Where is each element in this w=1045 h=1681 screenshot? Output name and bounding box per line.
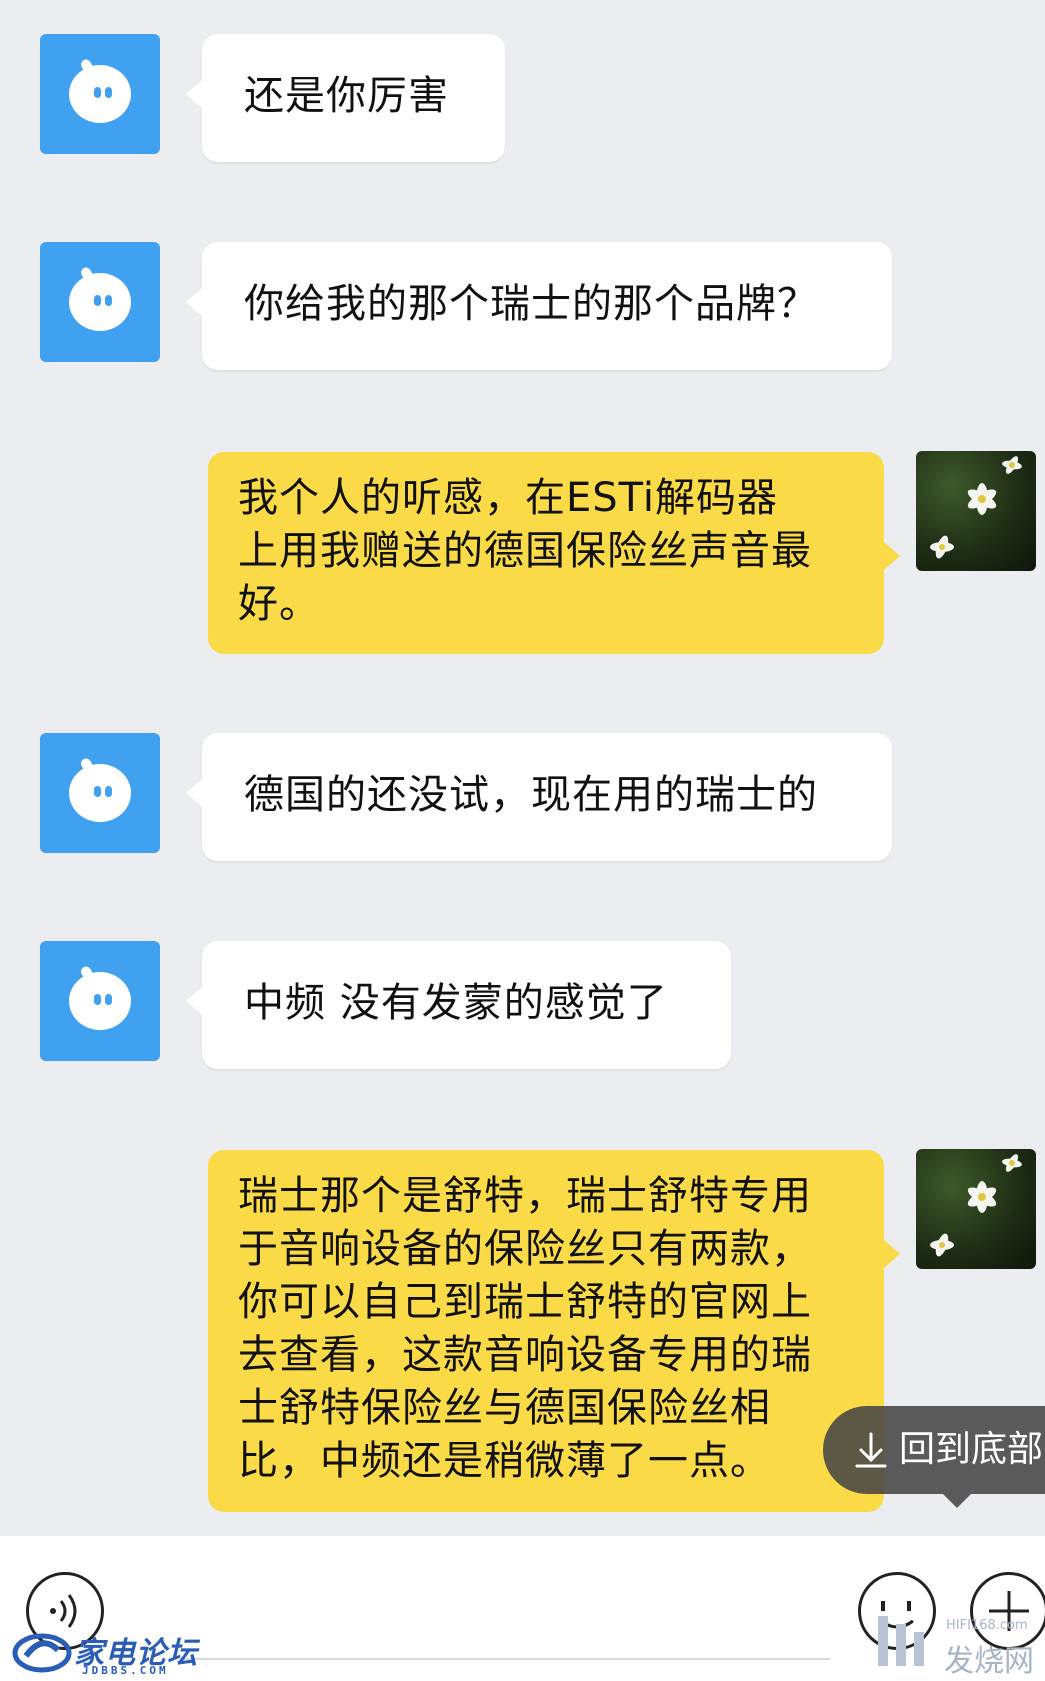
bot-avatar[interactable] bbox=[40, 941, 160, 1061]
watermark-brand: 发烧网 bbox=[944, 1644, 1034, 1679]
message-bubble-outgoing[interactable]: 我个人的听感，在ESTi解码器 上用我赠送的德国保险丝声音最 好。 bbox=[208, 452, 900, 654]
flower-photo-icon bbox=[930, 1154, 1022, 1257]
bot-face-icon bbox=[69, 65, 131, 123]
message-line: 去查看，这款音响设备专用的瑞 bbox=[238, 1332, 812, 1378]
watermark-jdbbs: 家电论坛 JDBBS.COM bbox=[12, 1628, 202, 1680]
message-line: 于音响设备的保险丝只有两款， bbox=[238, 1226, 812, 1272]
chat-screen: 还是你厉害 你给我的那个瑞士的那个品牌？ 我个人的听感，在ESTi解码器 上用我… bbox=[0, 0, 1045, 1681]
watermark-url: JDBBS.COM bbox=[82, 1664, 169, 1677]
message-line: 你可以自己到瑞士舒特的官网上 bbox=[238, 1279, 812, 1325]
message-input[interactable] bbox=[180, 1658, 830, 1660]
bot-face-icon bbox=[69, 764, 131, 822]
message-line: 士舒特保险丝与德国保险丝相 bbox=[238, 1385, 771, 1431]
bot-avatar[interactable] bbox=[40, 34, 160, 154]
hifi168-logo-icon bbox=[878, 1616, 924, 1666]
user-avatar[interactable] bbox=[916, 451, 1036, 571]
bot-face-icon bbox=[69, 273, 131, 331]
bot-face-icon bbox=[69, 972, 131, 1030]
message-text: 还是你厉害 bbox=[244, 73, 449, 119]
message-line: 瑞士那个是舒特，瑞士舒特专用 bbox=[238, 1173, 812, 1219]
message-bubble-incoming[interactable]: 还是你厉害 bbox=[186, 34, 505, 162]
jump-to-bottom-label: 回到底部 bbox=[899, 1429, 1044, 1470]
bot-avatar[interactable] bbox=[40, 733, 160, 853]
message-text: 你给我的那个瑞士的那个品牌？ bbox=[244, 281, 818, 327]
arrow-down-icon bbox=[855, 1432, 887, 1468]
watermark-url: HIFI168.com bbox=[946, 1618, 1028, 1633]
watermark-hifi168: HIFI168.com 发烧网 bbox=[870, 1606, 1045, 1681]
user-avatar[interactable] bbox=[916, 1149, 1036, 1269]
message-line: 我个人的听感，在ESTi解码器 bbox=[238, 475, 778, 521]
message-text: 德国的还没试，现在用的瑞士的 bbox=[244, 772, 818, 818]
message-line: 比，中频还是稍微薄了一点。 bbox=[238, 1438, 771, 1484]
message-bubble-incoming[interactable]: 中频 没有发蒙的感觉了 bbox=[186, 941, 731, 1069]
jdbbs-logo-icon bbox=[12, 1633, 72, 1673]
jump-to-bottom-button[interactable]: 回到底部 bbox=[823, 1406, 1045, 1508]
message-bubble-incoming[interactable]: 德国的还没试，现在用的瑞士的 bbox=[186, 733, 892, 861]
message-bubble-incoming[interactable]: 你给我的那个瑞士的那个品牌？ bbox=[186, 242, 892, 370]
bot-avatar[interactable] bbox=[40, 242, 160, 362]
message-text: 中频 没有发蒙的感觉了 bbox=[244, 980, 668, 1026]
message-bubble-outgoing[interactable]: 瑞士那个是舒特，瑞士舒特专用 于音响设备的保险丝只有两款， 你可以自己到瑞士舒特… bbox=[208, 1150, 900, 1512]
message-line: 上用我赠送的德国保险丝声音最 bbox=[238, 528, 812, 574]
flower-photo-icon bbox=[930, 456, 1022, 559]
message-line: 好。 bbox=[238, 581, 320, 627]
